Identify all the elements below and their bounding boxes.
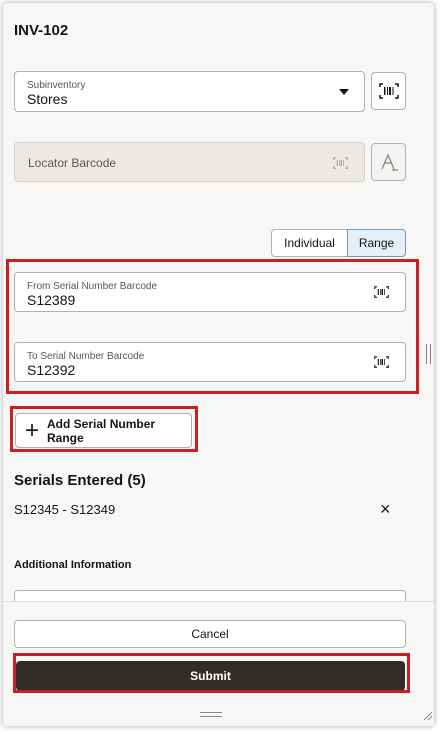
resize-corner-icon[interactable] (423, 711, 432, 720)
serial-range-highlight (6, 259, 419, 394)
subinventory-scan-button[interactable] (371, 72, 406, 110)
cancel-button[interactable]: Cancel (14, 620, 406, 648)
text-entry-button[interactable] (371, 143, 406, 181)
barcode-scan-icon (378, 83, 399, 99)
subinventory-label: Subinventory (27, 80, 86, 91)
close-icon[interactable]: × (380, 499, 391, 520)
side-drag-handle[interactable] (426, 344, 431, 364)
submit-highlight (13, 653, 410, 693)
serial-range-item: S12345 - S12349 (14, 502, 116, 517)
add-range-highlight (10, 406, 198, 452)
individual-toggle-button[interactable]: Individual (271, 229, 348, 257)
subinventory-value: Stores (27, 91, 68, 107)
page-title: INV-102 (14, 22, 69, 39)
locator-barcode-field[interactable]: Locator Barcode (14, 142, 365, 182)
text-entry-icon (380, 153, 398, 171)
barcode-scan-icon (333, 157, 348, 169)
range-toggle-button[interactable]: Range (347, 229, 406, 257)
locator-barcode-placeholder: Locator Barcode (28, 156, 117, 170)
serials-entered-heading: Serials Entered (5) (14, 472, 146, 489)
additional-information-heading: Additional Information (14, 559, 132, 571)
bottom-drag-handle[interactable] (200, 712, 222, 717)
caret-down-icon (339, 89, 349, 95)
subinventory-select[interactable]: Subinventory Stores (14, 71, 365, 112)
